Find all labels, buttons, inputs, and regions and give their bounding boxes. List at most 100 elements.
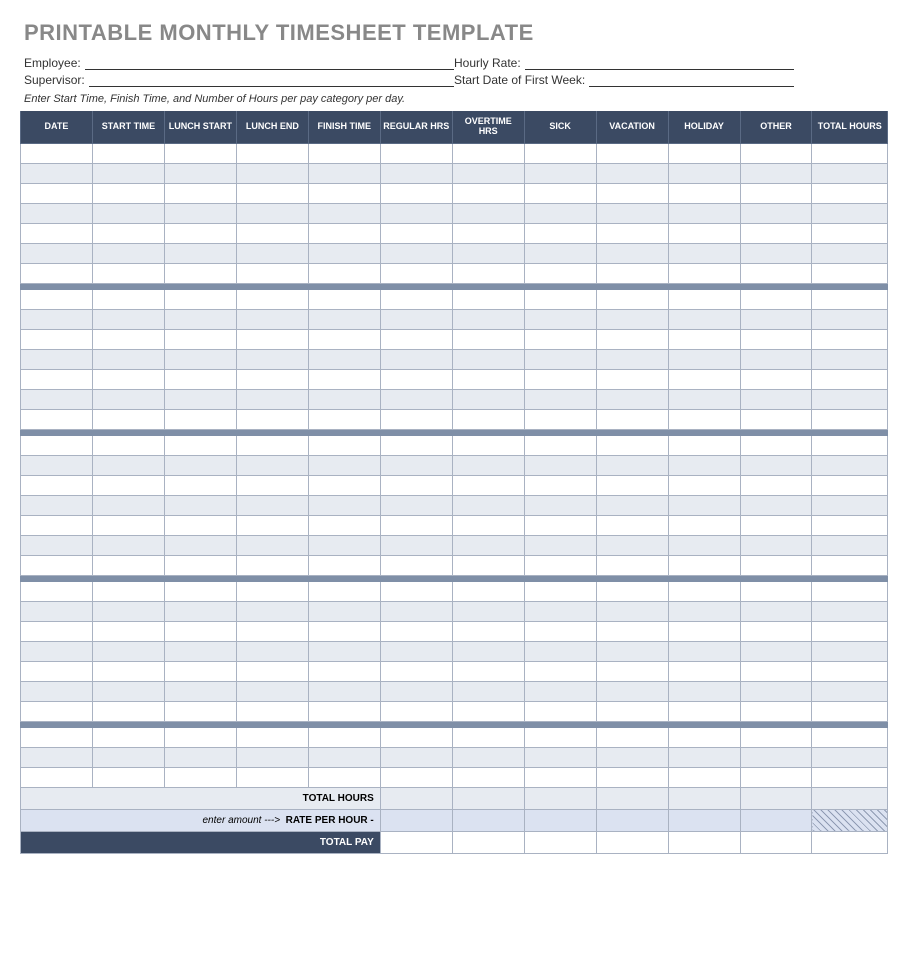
cell[interactable] (21, 455, 93, 475)
cell[interactable] (596, 203, 668, 223)
cell[interactable] (452, 701, 524, 721)
cell[interactable] (380, 289, 452, 309)
cell[interactable] (380, 601, 452, 621)
cell[interactable] (236, 163, 308, 183)
cell[interactable] (668, 495, 740, 515)
cell[interactable] (596, 767, 668, 787)
cell[interactable] (452, 309, 524, 329)
cell[interactable] (164, 349, 236, 369)
cell[interactable] (236, 329, 308, 349)
cell[interactable] (452, 329, 524, 349)
cell[interactable] (452, 143, 524, 163)
cell[interactable] (596, 143, 668, 163)
cell[interactable] (668, 681, 740, 701)
cell[interactable] (380, 435, 452, 455)
cell[interactable] (236, 475, 308, 495)
cell[interactable] (740, 163, 812, 183)
cell[interactable] (236, 349, 308, 369)
cell[interactable] (164, 163, 236, 183)
cell[interactable] (668, 289, 740, 309)
cell[interactable] (452, 475, 524, 495)
cell[interactable] (452, 183, 524, 203)
cell[interactable] (812, 701, 888, 721)
cell[interactable] (596, 621, 668, 641)
cell[interactable] (236, 243, 308, 263)
cell[interactable] (524, 409, 596, 429)
cell[interactable] (668, 263, 740, 283)
cell[interactable] (740, 203, 812, 223)
cell[interactable] (164, 495, 236, 515)
cell[interactable] (596, 243, 668, 263)
cell[interactable] (308, 163, 380, 183)
cell[interactable] (308, 661, 380, 681)
cell[interactable] (668, 601, 740, 621)
cell[interactable] (308, 389, 380, 409)
cell[interactable] (740, 535, 812, 555)
cell[interactable] (812, 243, 888, 263)
cell[interactable] (164, 223, 236, 243)
cell[interactable] (92, 555, 164, 575)
cell[interactable] (740, 661, 812, 681)
cell[interactable] (21, 767, 93, 787)
cell[interactable] (740, 601, 812, 621)
cell[interactable] (740, 389, 812, 409)
cell[interactable] (668, 143, 740, 163)
cell[interactable] (380, 701, 452, 721)
cell[interactable] (380, 329, 452, 349)
cell[interactable] (92, 289, 164, 309)
cell[interactable] (21, 409, 93, 429)
cell[interactable] (740, 555, 812, 575)
cell[interactable] (740, 409, 812, 429)
cell[interactable] (164, 289, 236, 309)
cell[interactable] (236, 289, 308, 309)
cell[interactable] (524, 747, 596, 767)
cell[interactable] (524, 243, 596, 263)
cell[interactable] (524, 435, 596, 455)
cell[interactable] (380, 495, 452, 515)
cell[interactable] (668, 349, 740, 369)
cell[interactable] (92, 143, 164, 163)
cell[interactable] (668, 727, 740, 747)
cell[interactable] (524, 727, 596, 747)
cell[interactable] (668, 435, 740, 455)
cell[interactable] (308, 289, 380, 309)
cell[interactable] (740, 223, 812, 243)
cell[interactable] (524, 143, 596, 163)
cell[interactable] (812, 495, 888, 515)
cell[interactable] (596, 263, 668, 283)
cell[interactable] (668, 661, 740, 681)
cell[interactable] (524, 329, 596, 349)
cell[interactable] (668, 409, 740, 429)
cell[interactable] (164, 309, 236, 329)
cell[interactable] (668, 163, 740, 183)
cell[interactable] (452, 661, 524, 681)
cell[interactable] (21, 727, 93, 747)
cell[interactable] (380, 309, 452, 329)
cell[interactable] (668, 747, 740, 767)
cell[interactable] (21, 495, 93, 515)
cell[interactable] (21, 701, 93, 721)
cell[interactable] (308, 409, 380, 429)
cell[interactable] (524, 223, 596, 243)
cell[interactable] (164, 621, 236, 641)
cell[interactable] (740, 681, 812, 701)
cell[interactable] (668, 369, 740, 389)
cell[interactable] (452, 581, 524, 601)
cell[interactable] (92, 243, 164, 263)
cell[interactable] (380, 767, 452, 787)
cell[interactable] (812, 581, 888, 601)
cell[interactable] (596, 747, 668, 767)
cell[interactable] (92, 515, 164, 535)
cell[interactable] (308, 435, 380, 455)
cell[interactable] (308, 243, 380, 263)
cell[interactable] (92, 701, 164, 721)
cell[interactable] (524, 369, 596, 389)
employee-input-line[interactable] (85, 56, 454, 70)
cell[interactable] (452, 349, 524, 369)
cell[interactable] (524, 641, 596, 661)
cell[interactable] (164, 243, 236, 263)
cell[interactable] (596, 661, 668, 681)
cell[interactable] (668, 475, 740, 495)
cell[interactable] (452, 601, 524, 621)
cell[interactable] (308, 535, 380, 555)
